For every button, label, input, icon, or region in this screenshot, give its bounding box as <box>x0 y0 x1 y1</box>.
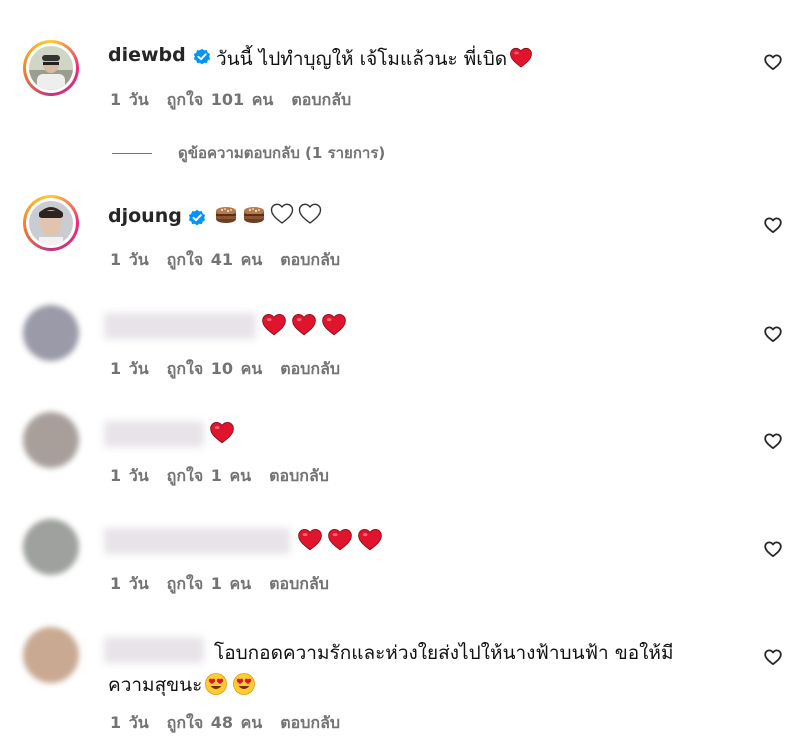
reply-button[interactable]: ตอบกลับ <box>280 713 340 732</box>
heart-emoji <box>298 528 322 551</box>
comment-text-line2: ความสุขนะ <box>108 674 203 696</box>
comment-username-blurred[interactable] <box>104 421 204 447</box>
comment-likes[interactable]: ถูกใจ 48 คน <box>167 713 263 732</box>
like-heart-outline-icon[interactable] <box>763 52 783 72</box>
like-heart-outline-icon[interactable] <box>763 647 783 667</box>
heart-emoji <box>210 421 234 444</box>
heart-eyes-emoji <box>205 672 228 695</box>
reply-button[interactable]: ตอบกลับ <box>280 359 340 378</box>
comment-text <box>260 312 348 338</box>
avatar[interactable] <box>23 195 79 251</box>
avatar[interactable] <box>23 412 79 468</box>
comment-likes[interactable]: ถูกใจ 101 คน <box>167 90 274 109</box>
comment-likes[interactable]: ถูกใจ 41 คน <box>167 250 263 269</box>
comment-text <box>208 420 236 446</box>
comment-meta: 1 วัน ถูกใจ 48 คน ตอบกลับ <box>110 711 358 736</box>
avatar-photo <box>29 46 73 90</box>
heart-eyes-emoji <box>233 672 256 695</box>
comment-time[interactable]: 1 วัน <box>110 250 149 269</box>
reply-button[interactable]: ตอบกลับ <box>280 250 340 269</box>
comment-username-blurred[interactable] <box>104 528 290 554</box>
avatar[interactable] <box>23 305 79 361</box>
comment-meta: 1 วัน ถูกใจ 10 คน ตอบกลับ <box>110 357 358 382</box>
comment-text: วันนี้ ไปทำบุญให้ เจ้โมแล้วนะ พี่เบิด <box>216 44 534 74</box>
like-heart-outline-icon[interactable] <box>763 539 783 559</box>
like-heart-outline-icon[interactable] <box>763 431 783 451</box>
comment-meta: 1 วัน ถูกใจ 1 คน ตอบกลับ <box>110 572 347 597</box>
avatar-photo <box>29 201 73 245</box>
comment-text <box>214 202 322 226</box>
comment-time[interactable]: 1 วัน <box>110 713 149 732</box>
comment-likes[interactable]: ถูกใจ 1 คน <box>167 466 251 485</box>
reply-button[interactable]: ตอบกลับ <box>269 466 329 485</box>
comment-text <box>296 527 384 553</box>
comment-meta: 1 วัน ถูกใจ 101 คน ตอบกลับ <box>110 88 369 113</box>
white-heart-emoji <box>298 203 322 224</box>
heart-emoji <box>292 313 316 336</box>
comment-likes[interactable]: ถูกใจ 10 คน <box>167 359 263 378</box>
comment-text-line1: โอบกอดความรักและห่วงใยส่งไปให้นางฟ้าบนฟ้… <box>214 642 674 664</box>
cake-emoji <box>244 207 264 223</box>
comment-meta: 1 วัน ถูกใจ 1 คน ตอบกลับ <box>110 464 347 489</box>
comment-likes[interactable]: ถูกใจ 1 คน <box>167 574 251 593</box>
comment-text-body: วันนี้ ไปทำบุญให้ เจ้โมแล้วนะ พี่เบิด <box>216 48 508 70</box>
view-replies-label: ดูข้อความตอบกลับ (1 รายการ) <box>178 144 386 162</box>
comment-time[interactable]: 1 วัน <box>110 90 149 109</box>
heart-emoji <box>322 313 346 336</box>
view-replies-button[interactable]: ดูข้อความตอบกลับ (1 รายการ) <box>112 142 385 164</box>
heart-emoji <box>510 47 533 67</box>
avatar[interactable] <box>23 519 79 575</box>
cake-emoji <box>216 207 236 223</box>
divider <box>112 152 152 154</box>
heart-emoji <box>358 528 382 551</box>
comment-username-blurred[interactable] <box>104 637 204 663</box>
verified-badge-icon <box>193 48 211 66</box>
comment-time[interactable]: 1 วัน <box>110 466 149 485</box>
white-heart-emoji <box>270 203 294 224</box>
like-heart-outline-icon[interactable] <box>763 215 783 235</box>
avatar[interactable] <box>23 40 79 96</box>
comment-username-blurred[interactable] <box>104 313 256 339</box>
comment-time[interactable]: 1 วัน <box>110 359 149 378</box>
reply-button[interactable]: ตอบกลับ <box>269 574 329 593</box>
reply-button[interactable]: ตอบกลับ <box>291 90 351 109</box>
comment-meta: 1 วัน ถูกใจ 41 คน ตอบกลับ <box>110 248 358 273</box>
comment-text: ความสุขนะ <box>108 670 256 700</box>
like-heart-outline-icon[interactable] <box>763 324 783 344</box>
avatar[interactable] <box>23 627 79 683</box>
heart-emoji <box>262 313 286 336</box>
comment-username[interactable]: diewbd <box>108 44 186 66</box>
comment-time[interactable]: 1 วัน <box>110 574 149 593</box>
verified-badge-icon <box>188 209 206 227</box>
comment-username[interactable]: djoung <box>108 205 182 227</box>
heart-emoji <box>328 528 352 551</box>
